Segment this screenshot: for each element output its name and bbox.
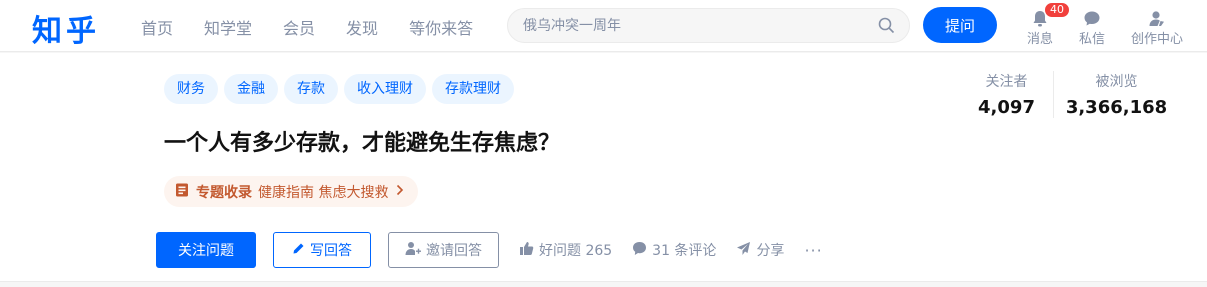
question-actions: 关注问题 写回答 邀请回答 好问题 265 31 条评论 分享 ··· [156,232,823,268]
views-count: 3,366,168 [1065,97,1168,118]
thumbs-up-icon [519,241,539,260]
topic-tag[interactable]: 存款 [284,74,338,104]
bell-icon: 40 [1030,2,1070,28]
collection-prefix: 专题收录 [196,184,252,201]
collection-book-icon [174,182,190,202]
chat-bubble-icon [1079,10,1105,28]
topic-tag[interactable]: 收入理财 [344,74,426,104]
messages-button[interactable]: 40 消息 [1027,2,1070,47]
followers-stat[interactable]: 关注者 4,097 [970,71,1054,118]
comments-label: 31 条评论 [652,243,717,259]
pencil-icon [292,242,310,259]
chevron-right-icon [396,184,404,200]
followers-label: 关注者 [985,74,1028,90]
views-stat: 被浏览 3,366,168 [1054,71,1169,118]
follow-question-button[interactable]: 关注问题 [156,232,256,268]
nav-discover[interactable]: 发现 [346,15,378,39]
comments-button[interactable]: 31 条评论 [632,240,716,260]
main-nav: 首页 知学堂 会员 发现 等你来答 [141,15,504,39]
creator-center-button[interactable]: 创作中心 [1131,10,1183,47]
followers-count: 4,097 [978,97,1035,118]
dm-label: 私信 [1079,32,1106,47]
share-button[interactable]: 分享 [736,240,784,260]
nav-home[interactable]: 首页 [141,15,173,39]
more-options-button[interactable]: ··· [804,241,822,260]
topic-tags: 财务 金融 存款 收入理财 存款理财 [164,74,520,104]
views-label: 被浏览 [1095,74,1138,90]
search-box [507,8,910,43]
ask-question-button[interactable]: 提问 [923,7,997,43]
write-answer-button[interactable]: 写回答 [273,232,371,268]
creator-person-icon [1131,10,1183,28]
paper-plane-icon [736,241,756,260]
write-answer-label: 写回答 [310,243,352,259]
nav-membership[interactable]: 会员 [283,15,315,39]
top-header: 知乎 首页 知学堂 会员 发现 等你来答 提问 40 消息 私信 创作中心 [0,0,1207,52]
share-label: 分享 [756,243,785,259]
special-collection-link[interactable]: 专题收录 健康指南 焦虑大搜救 [164,176,419,207]
search-input[interactable] [523,9,863,42]
zhihu-logo[interactable]: 知乎 [32,6,100,50]
good-question-label: 好问题 265 [539,243,613,259]
nav-zhixuetang[interactable]: 知学堂 [204,15,252,39]
question-header: 财务 金融 存款 收入理财 存款理财 一个人有多少存款，才能避免生存焦虑？ 专题… [0,53,1207,282]
creator-center-label: 创作中心 [1131,32,1184,47]
question-title: 一个人有多少存款，才能避免生存焦虑？ [164,131,561,156]
good-question-button[interactable]: 好问题 265 [519,240,612,260]
message-count-badge: 40 [1044,2,1070,18]
messages-label: 消息 [1027,32,1054,47]
topic-tag[interactable]: 金融 [224,74,278,104]
topic-tag[interactable]: 财务 [164,74,218,104]
topic-tag[interactable]: 存款理财 [432,74,514,104]
comment-bubble-icon [632,241,652,260]
collection-items: 健康指南 焦虑大搜救 [258,184,389,201]
invite-answer-label: 邀请回答 [426,243,482,259]
direct-messages-button[interactable]: 私信 [1079,10,1105,47]
invite-answer-button[interactable]: 邀请回答 [388,232,499,268]
invite-person-icon [405,241,426,260]
search-icon[interactable] [878,17,895,38]
question-stats: 关注者 4,097 被浏览 3,366,168 [970,71,1169,118]
nav-waiting-answers[interactable]: 等你来答 [409,15,473,39]
